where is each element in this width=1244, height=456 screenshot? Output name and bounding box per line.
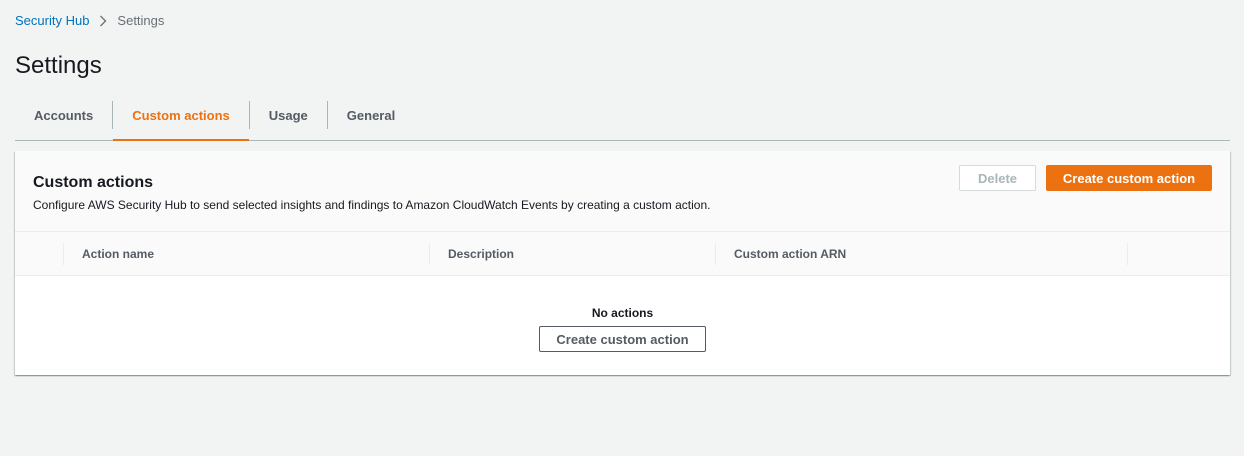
tab-usage[interactable]: Usage [248, 101, 327, 129]
create-custom-action-button[interactable]: Create custom action [1046, 165, 1212, 191]
column-divider [63, 243, 64, 265]
chevron-right-icon [99, 15, 107, 27]
column-header-description[interactable]: Description [448, 232, 514, 275]
column-divider [429, 243, 430, 265]
breadcrumb: Security Hub Settings [15, 13, 164, 29]
breadcrumb-current: Settings [117, 13, 165, 28]
custom-actions-panel: Custom actions Configure AWS Security Hu… [15, 151, 1230, 375]
delete-button[interactable]: Delete [959, 165, 1036, 191]
page-title: Settings [15, 52, 102, 79]
column-divider [1127, 243, 1128, 265]
panel-title: Custom actions [33, 174, 154, 191]
breadcrumb-security-hub-link[interactable]: Security Hub [15, 13, 89, 29]
column-header-action-name[interactable]: Action name [82, 232, 154, 275]
tab-general[interactable]: General [326, 101, 414, 129]
tab-accounts[interactable]: Accounts [15, 101, 112, 129]
tab-custom-actions[interactable]: Custom actions [112, 101, 249, 141]
settings-tabs: Accounts Custom actions Usage General [15, 100, 1230, 141]
column-header-custom-action-arn[interactable]: Custom action ARN [734, 232, 846, 275]
panel-header: Custom actions Configure AWS Security Hu… [15, 151, 1230, 232]
empty-state-title: No actions [591, 306, 654, 320]
table-header: Action name Description Custom action AR… [15, 232, 1230, 276]
empty-create-custom-action-button[interactable]: Create custom action [539, 326, 706, 352]
panel-description: Configure AWS Security Hub to send selec… [33, 198, 711, 212]
column-divider [715, 243, 716, 265]
